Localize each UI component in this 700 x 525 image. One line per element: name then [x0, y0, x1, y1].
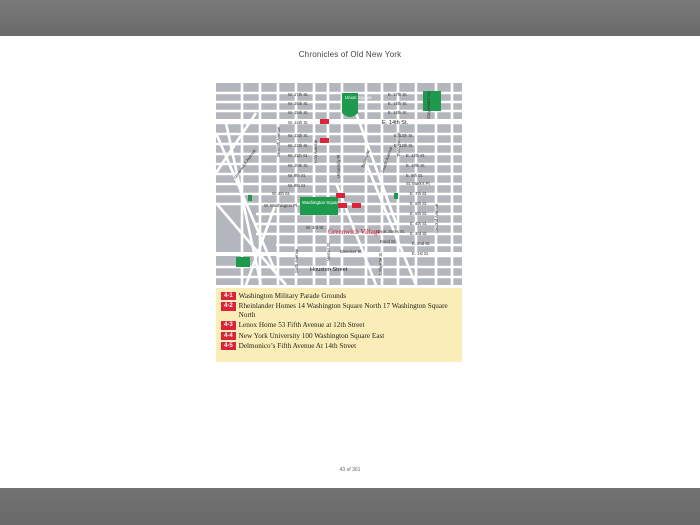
map-legend: 4-1 Washington Military Parade Grounds 4…	[216, 288, 462, 362]
svg-text:E. 4th St.: E. 4th St.	[410, 221, 427, 226]
svg-text:Bleecker St.: Bleecker St.	[340, 249, 363, 254]
svg-text:E. 15th St.: E. 15th St.	[388, 110, 408, 115]
svg-text:E. 14th St.: E. 14th St.	[382, 120, 409, 126]
svg-text:W. 12th St.: W. 12th St.	[288, 143, 308, 148]
svg-text:E. 1st St.: E. 1st St.	[412, 251, 429, 256]
svg-text:Sixth Avenue: Sixth Avenue	[294, 248, 299, 273]
svg-text:Seventh Avenue: Seventh Avenue	[276, 126, 281, 157]
legend-text: New York University 100 Washington Squar…	[238, 331, 385, 340]
svg-text:W. 17th St.: W. 17th St.	[288, 92, 308, 97]
svg-text:E. 11th St.: E. 11th St.	[406, 153, 425, 158]
neighborhood-map: Union Square Washington Square Park W. 1…	[216, 83, 462, 285]
svg-text:Lafayette St.: Lafayette St.	[378, 251, 383, 275]
legend-badge: 4-2	[221, 302, 236, 311]
svg-text:W. 11th St.: W. 11th St.	[288, 153, 308, 158]
svg-text:W. 16th St.: W. 16th St.	[288, 101, 308, 106]
svg-text:E. 16th St.: E. 16th St.	[388, 101, 408, 106]
svg-text:W. 3rd St.: W. 3rd St.	[306, 225, 324, 230]
svg-text:W. 8th St.: W. 8th St.	[288, 183, 306, 188]
legend-badge: 4-5	[221, 342, 236, 351]
svg-text:W. 4th St.: W. 4th St.	[272, 191, 290, 196]
svg-text:E. 7th St.: E. 7th St.	[410, 191, 427, 196]
legend-badge: 4-3	[221, 321, 236, 330]
svg-text:E. 5th St.: E. 5th St.	[410, 211, 427, 216]
svg-text:W. 14th St.: W. 14th St.	[288, 120, 308, 125]
legend-badge: 4-1	[221, 292, 236, 301]
page-indicator: 43 of 361	[339, 467, 361, 473]
small-park	[236, 257, 250, 267]
book-title: Chronicles of Old New York	[298, 50, 402, 59]
svg-text:E. 10th St.: E. 10th St.	[406, 163, 426, 168]
svg-text:Third Avenue: Third Avenue	[396, 132, 401, 157]
svg-text:Stuyvesant Sq.: Stuyvesant Sq.	[426, 91, 431, 119]
marker-4-5[interactable]	[320, 119, 329, 124]
legend-item[interactable]: 4-4 New York University 100 Washington S…	[221, 331, 458, 341]
svg-text:E. 6th St.: E. 6th St.	[410, 201, 427, 206]
svg-text:W. 10th St.: W. 10th St.	[288, 163, 308, 168]
legend-text: Rheinlander Homes 14 Washington Square N…	[238, 302, 448, 319]
marker-4-2[interactable]	[336, 193, 345, 198]
bottom-toolbar	[0, 488, 700, 525]
svg-text:St. Mark's Pl.: St. Mark's Pl.	[406, 181, 431, 186]
legend-item[interactable]: 4-3 Lenox Home 53 Fifth Avenue at 12th S…	[221, 321, 458, 330]
svg-text:E. 3rd St.: E. 3rd St.	[410, 231, 427, 236]
legend-text: Delmonico’s Fifth Avenue At 14th Street	[238, 342, 357, 351]
legend-text: Washington Military Parade Grounds	[238, 292, 347, 300]
svg-text:W. 13th St.: W. 13th St.	[288, 133, 308, 138]
marker-4-1[interactable]	[352, 203, 361, 208]
svg-text:E. 9th St.: E. 9th St.	[406, 173, 423, 178]
svg-text:Mercer St.: Mercer St.	[326, 242, 331, 261]
svg-text:Bond St.: Bond St.	[380, 239, 396, 244]
svg-text:E. 2nd St.: E. 2nd St.	[412, 241, 430, 246]
svg-text:E. 17th St.: E. 17th St.	[388, 92, 408, 97]
svg-text:Second Avenue: Second Avenue	[434, 203, 439, 233]
svg-text:Fifth Avenue: Fifth Avenue	[313, 139, 318, 163]
marker-4-3[interactable]	[320, 138, 329, 143]
svg-text:W. 15th St.: W. 15th St.	[288, 110, 308, 115]
legend-text: Lenox Home 53 Fifth Avenue at 12th Stree…	[238, 321, 365, 330]
legend-item[interactable]: 4-5 Delmonico’s Fifth Avenue At 14th Str…	[221, 342, 458, 351]
greenwich-village-label: Greenwich Village	[328, 228, 381, 236]
svg-text:Houston Street: Houston Street	[310, 267, 348, 273]
union-square-label: Union Square	[345, 95, 372, 100]
svg-text:University Pl.: University Pl.	[336, 154, 341, 178]
marker-4-4[interactable]	[338, 203, 347, 208]
svg-text:W. Washington Pl.: W. Washington Pl.	[264, 203, 298, 208]
top-toolbar	[0, 0, 700, 36]
legend-item[interactable]: 4-1 Washington Military Parade Grounds	[221, 292, 458, 301]
legend-badge: 4-4	[221, 331, 236, 341]
svg-text:W. 9th St.: W. 9th St.	[288, 173, 306, 178]
reader-page[interactable]: Chronicles of Old New York Union Square …	[0, 36, 700, 488]
legend-item[interactable]: 4-2 Rheinlander Homes 14 Washington Squa…	[221, 302, 458, 319]
